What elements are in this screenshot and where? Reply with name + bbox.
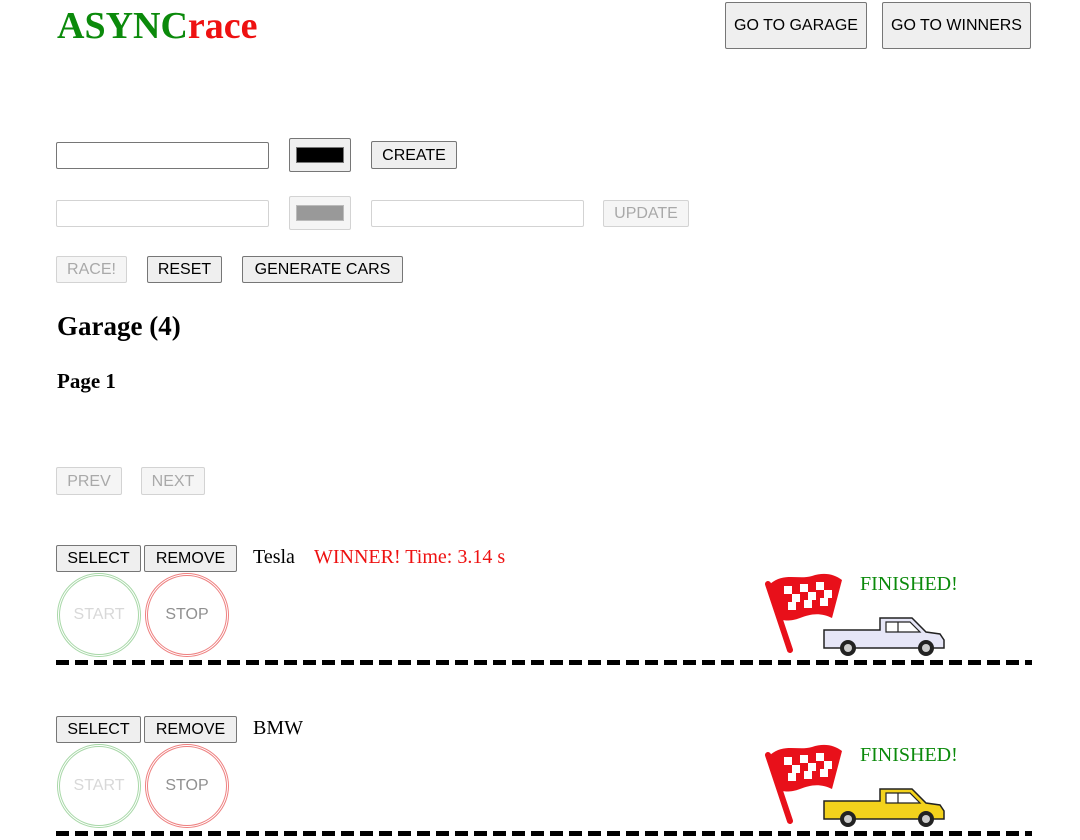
race-track — [56, 831, 1032, 836]
remove-car-button[interactable]: REMOVE — [144, 716, 237, 743]
remove-car-button[interactable]: REMOVE — [144, 545, 237, 572]
stop-engine-button[interactable]: STOP — [145, 744, 229, 828]
finished-status: FINISHED! — [860, 573, 958, 595]
create-color-swatch — [296, 147, 344, 163]
car-name: Tesla — [253, 546, 295, 568]
create-button[interactable]: CREATE — [371, 141, 457, 169]
create-color-picker[interactable] — [289, 138, 351, 172]
start-engine-button[interactable]: START — [57, 744, 141, 828]
page-number: Page 1 — [57, 369, 116, 393]
update-button[interactable]: UPDATE — [603, 200, 689, 227]
race-track — [56, 660, 1032, 665]
finished-status: FINISHED! — [860, 744, 958, 766]
start-engine-button[interactable]: START — [57, 573, 141, 657]
app-logo: ASYNCrace — [57, 4, 258, 48]
logo-race: race — [187, 5, 258, 47]
select-car-button[interactable]: SELECT — [56, 545, 141, 572]
pickup-truck-icon — [823, 788, 945, 827]
select-car-button[interactable]: SELECT — [56, 716, 141, 743]
reset-button[interactable]: RESET — [147, 256, 222, 283]
generate-cars-button[interactable]: GENERATE CARS — [242, 256, 403, 283]
race-button[interactable]: RACE! — [56, 256, 127, 283]
garage-title: Garage (4) — [57, 311, 181, 341]
winner-message: WINNER! Time: 3.14 s — [314, 546, 506, 568]
update-color-picker[interactable] — [289, 196, 351, 230]
update-color-swatch — [296, 205, 344, 221]
update-extra-input[interactable] — [371, 200, 584, 227]
logo-async: ASYNC — [57, 5, 188, 47]
prev-page-button[interactable]: PREV — [56, 467, 122, 495]
create-name-input[interactable] — [56, 142, 269, 169]
car-name: BMW — [253, 717, 303, 739]
stop-engine-button[interactable]: STOP — [145, 573, 229, 657]
update-name-input[interactable] — [56, 200, 269, 227]
pickup-truck-icon — [823, 617, 945, 656]
next-page-button[interactable]: NEXT — [141, 467, 205, 495]
go-to-winners-button[interactable]: GO TO WINNERS — [882, 2, 1031, 49]
go-to-garage-button[interactable]: GO TO GARAGE — [725, 2, 867, 49]
